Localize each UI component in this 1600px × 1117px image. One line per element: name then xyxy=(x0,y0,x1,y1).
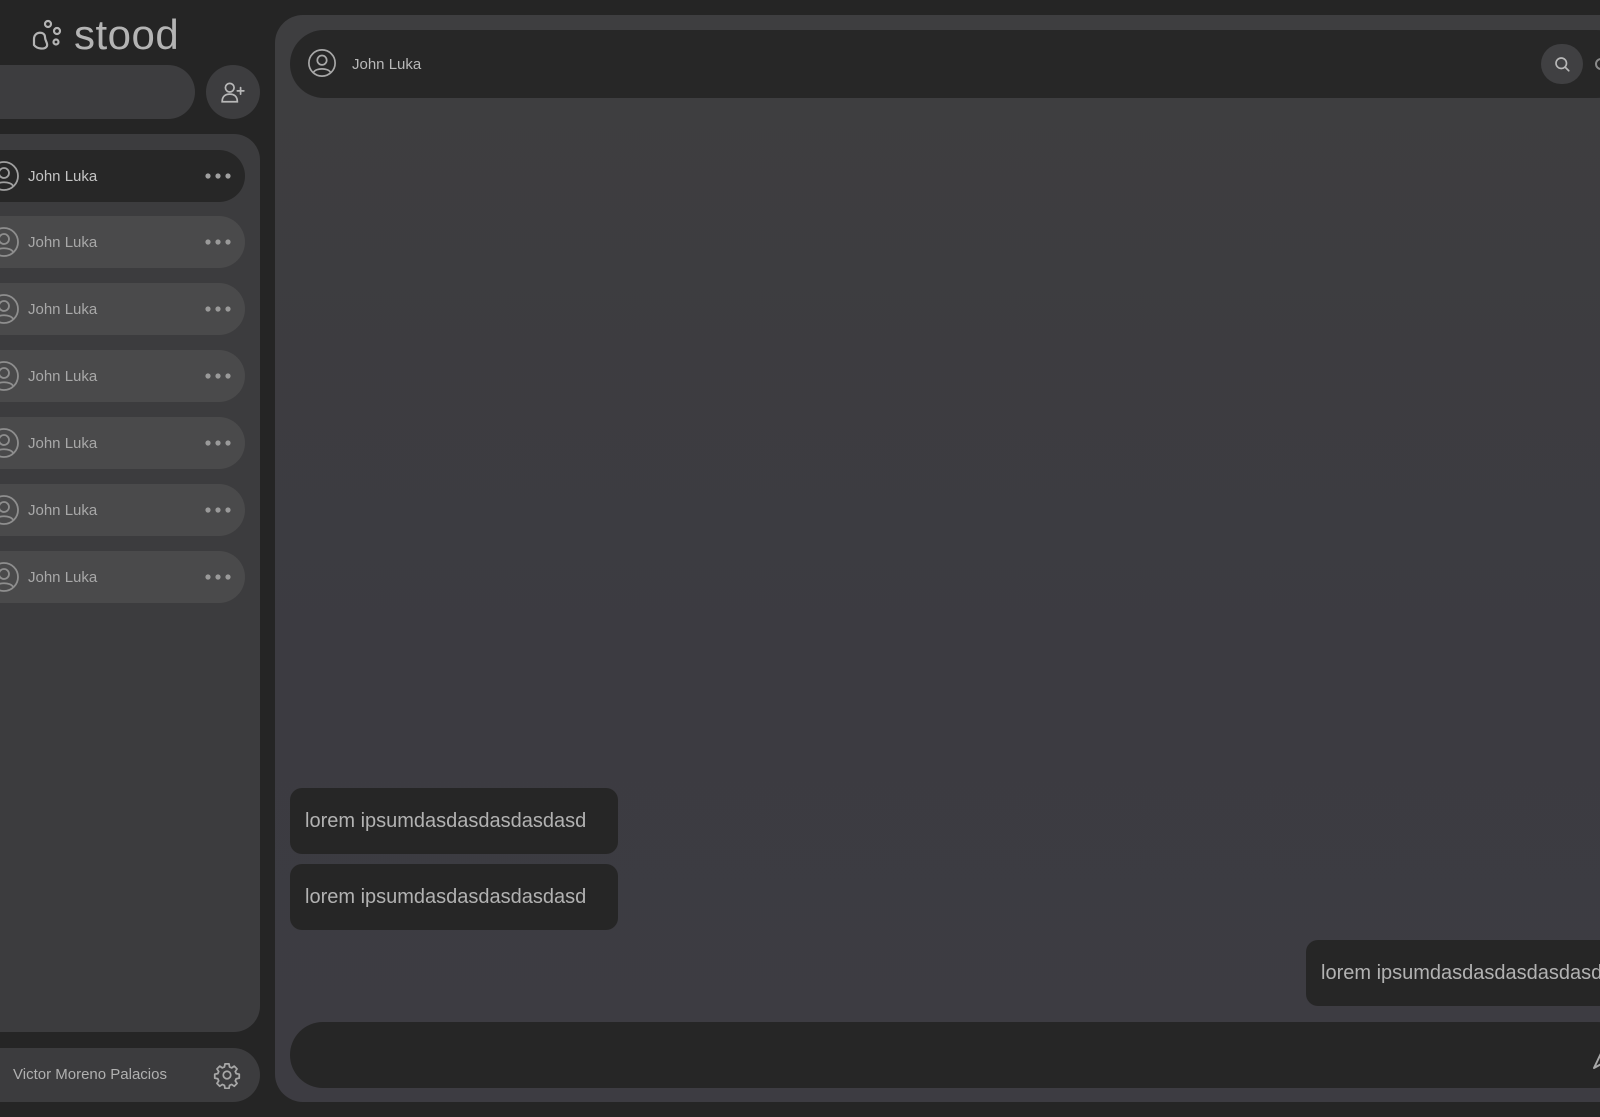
current-user-bar: Victor Moreno Palacios xyxy=(0,1048,260,1102)
search-icon xyxy=(1555,57,1570,72)
more-horizontal-icon xyxy=(205,173,231,179)
contact-name: John Luka xyxy=(28,367,98,385)
user-avatar-icon xyxy=(0,294,19,324)
current-user-name: Victor Moreno Palacios xyxy=(13,1066,167,1083)
user-avatar-icon xyxy=(0,495,19,525)
settings-button[interactable] xyxy=(212,1060,242,1090)
contact-item[interactable]: John Luka xyxy=(0,417,245,469)
contact-name: John Luka xyxy=(28,501,98,519)
message-bubble-sent: lorem ipsumdasdasdasdasdasd xyxy=(1306,940,1600,1006)
contact-name: John Luka xyxy=(28,167,98,185)
chat-search-button[interactable] xyxy=(1541,44,1583,84)
user-avatar-icon xyxy=(0,361,19,391)
chat-panel xyxy=(275,15,1600,1102)
contact-item[interactable]: John Luka xyxy=(0,551,245,603)
app-logo: stood xyxy=(30,12,179,58)
chat-contact-name: John Luka xyxy=(352,56,422,73)
contact-name: John Luka xyxy=(28,300,98,318)
add-user-button[interactable] xyxy=(206,65,260,119)
contact-item[interactable]: John Luka xyxy=(0,484,245,536)
message-bubble-received: lorem ipsumdasdasdasdasdasd xyxy=(290,864,618,930)
contact-item[interactable]: John Luka xyxy=(0,216,245,268)
more-options-button[interactable] xyxy=(203,297,233,321)
message-input[interactable] xyxy=(290,1022,1600,1088)
contact-item[interactable]: John Luka xyxy=(0,350,245,402)
gear-icon xyxy=(213,1063,241,1089)
user-avatar-icon xyxy=(0,428,19,458)
more-options-button[interactable] xyxy=(203,164,233,188)
more-options-button[interactable] xyxy=(203,431,233,455)
user-avatar-icon xyxy=(0,562,19,592)
chat-header: John Luka xyxy=(290,30,1600,98)
more-horizontal-icon xyxy=(205,306,231,312)
more-horizontal-icon xyxy=(205,440,231,446)
user-avatar-icon xyxy=(0,161,19,191)
more-horizontal-icon xyxy=(205,373,231,379)
more-options-button[interactable] xyxy=(203,364,233,388)
more-horizontal-icon xyxy=(205,507,231,513)
send-icon[interactable] xyxy=(1590,1042,1600,1070)
header-options-icon[interactable] xyxy=(1595,58,1600,70)
user-plus-icon xyxy=(221,82,245,103)
stood-logo-icon xyxy=(32,19,62,50)
contact-item[interactable]: John Luka xyxy=(0,150,245,202)
contact-name: John Luka xyxy=(28,568,98,586)
user-avatar-icon xyxy=(308,49,336,77)
contact-item[interactable]: John Luka xyxy=(0,283,245,335)
contact-name: John Luka xyxy=(28,233,98,251)
contact-name: John Luka xyxy=(28,434,98,452)
more-options-button[interactable] xyxy=(203,498,233,522)
contact-search-input[interactable] xyxy=(0,65,195,119)
more-options-button[interactable] xyxy=(203,565,233,589)
user-avatar-icon xyxy=(0,227,19,257)
message-bubble-received: lorem ipsumdasdasdasdasdasd xyxy=(290,788,618,854)
more-horizontal-icon xyxy=(205,239,231,245)
app-name: stood xyxy=(74,11,180,58)
more-options-button[interactable] xyxy=(203,230,233,254)
more-horizontal-icon xyxy=(205,574,231,580)
